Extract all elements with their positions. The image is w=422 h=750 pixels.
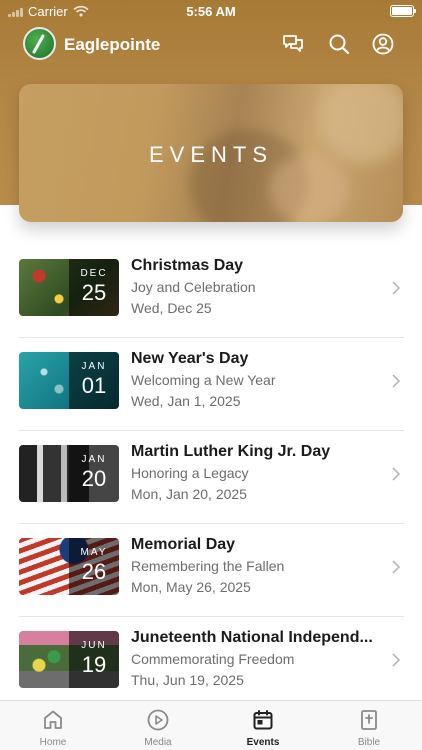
event-thumbnail: JAN 20	[19, 445, 119, 502]
tab-label: Media	[144, 737, 172, 748]
tab-media[interactable]: Media	[118, 701, 198, 750]
app-bar: Eaglepointe	[0, 26, 422, 62]
event-subtitle: Honoring a Legacy	[131, 465, 249, 481]
event-subtitle: Welcoming a New Year	[131, 372, 276, 388]
event-thumbnail: MAY 26	[19, 538, 119, 595]
event-date: Wed, Dec 25	[131, 300, 212, 316]
event-thumbnail: DEC 25	[19, 259, 119, 316]
tab-bar: Home Media Events Bible	[0, 700, 422, 750]
event-date: Mon, May 26, 2025	[131, 579, 251, 595]
app-name: Eaglepointe	[64, 35, 161, 54]
chat-icon[interactable]	[281, 32, 305, 56]
status-bar: Carrier 5:56 AM	[0, 0, 422, 22]
chevron-right-icon	[392, 560, 400, 574]
tab-label: Home	[39, 737, 67, 748]
banner-title: EVENTS	[148, 142, 274, 167]
event-thumbnail: JAN 01	[19, 352, 119, 409]
bible-icon	[361, 710, 377, 730]
event-title: Juneteenth National Independ...	[131, 629, 373, 646]
app-logo[interactable]	[23, 27, 56, 60]
event-item-new-year[interactable]: JAN 01 New Year's Day Welcoming a New Yea…	[19, 338, 404, 431]
profile-icon[interactable]	[371, 32, 395, 56]
tab-label: Events	[246, 737, 280, 748]
event-thumbnail: JUN 19	[19, 631, 119, 688]
play-icon	[147, 709, 169, 731]
event-subtitle: Remembering the Fallen	[131, 558, 285, 574]
chevron-right-icon	[392, 467, 400, 481]
event-subtitle: Commemorating Freedom	[131, 651, 295, 667]
event-date: Thu, Jun 19, 2025	[131, 672, 244, 688]
tab-bible[interactable]: Bible	[329, 701, 409, 750]
event-date: Mon, Jan 20, 2025	[131, 486, 247, 502]
search-icon[interactable]	[327, 32, 351, 56]
event-subtitle: Joy and Celebration	[131, 279, 256, 295]
tab-label: Bible	[357, 737, 381, 748]
event-title: New Year's Day	[131, 350, 249, 367]
status-time: 5:56 AM	[186, 4, 236, 19]
calendar-icon	[253, 710, 273, 730]
chevron-right-icon	[392, 374, 400, 388]
tab-home[interactable]: Home	[13, 701, 93, 750]
event-item-juneteenth[interactable]: JUN 19 Juneteenth National Independ... Co…	[19, 617, 404, 710]
event-title: Christmas Day	[131, 257, 244, 274]
event-date: Wed, Jan 1, 2025	[131, 393, 241, 409]
events-banner: EVENTS	[19, 84, 403, 222]
chevron-right-icon	[392, 281, 400, 295]
battery-icon	[390, 5, 416, 17]
tab-events[interactable]: Events	[223, 701, 303, 750]
event-title: Martin Luther King Jr. Day	[131, 443, 331, 460]
chevron-right-icon	[392, 653, 400, 667]
event-title: Memorial Day	[131, 536, 236, 553]
event-item-christmas[interactable]: DEC 25 Christmas Day Joy and Celebration …	[19, 245, 404, 338]
home-icon	[44, 710, 62, 729]
event-item-mlk-day[interactable]: JAN 20 Martin Luther King Jr. Day Honorin…	[19, 431, 404, 524]
event-item-memorial-day[interactable]: MAY 26 Memorial Day Remembering the Falle…	[19, 524, 404, 617]
